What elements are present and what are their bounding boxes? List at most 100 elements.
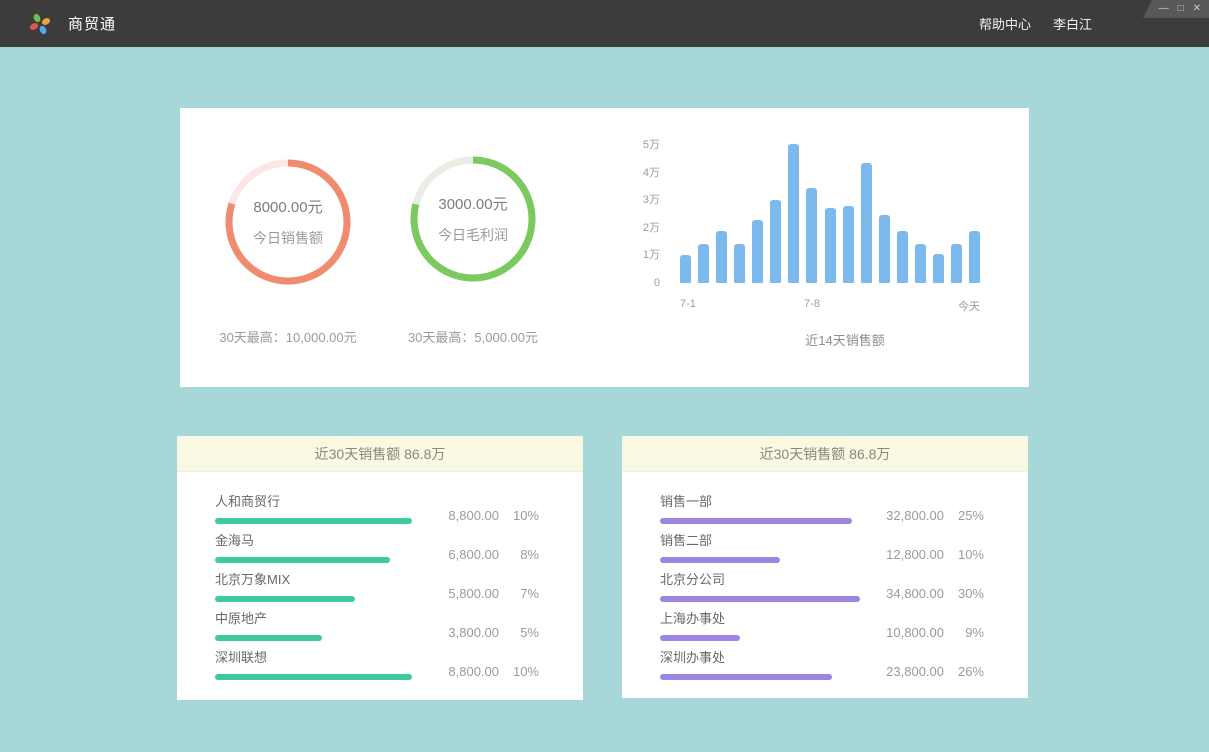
today-profit-label: 今日毛利润 — [438, 225, 508, 245]
item-amount: 32,800.00 — [872, 508, 944, 523]
titlebar-left: 商贸通 — [28, 0, 116, 47]
sales-bar — [734, 244, 745, 283]
sales-bar — [716, 231, 727, 283]
item-values: 10,800.009% — [872, 625, 984, 641]
sales-bar-chart-title: 近14天销售额 — [680, 330, 1010, 349]
titlebar: 商贸通 帮助中心 李白江 — □ ✕ — [0, 0, 1209, 47]
help-center-link[interactable]: 帮助中心 — [979, 14, 1031, 33]
departments-30d-list: 销售一部 32,800.0025% 销售二部 12,800.0010% 北京分公司 34,… — [622, 472, 1028, 680]
item-amount: 3,800.00 — [427, 625, 499, 640]
item-bar — [215, 596, 355, 602]
list-item[interactable]: 上海办事处 10,800.009% — [622, 602, 1028, 641]
today-profit-value: 3000.00元 — [438, 193, 507, 214]
sales-bar-xaxis: 7-1 7-8 今天 — [680, 298, 980, 312]
y-tick-label: 5万 — [643, 139, 660, 151]
today-profit-donut-chart: 3000.00元 今日毛利润 — [410, 156, 536, 282]
item-values: 5,800.007% — [427, 586, 539, 602]
sales-bar — [770, 200, 781, 283]
today-sales-donut-block: 8000.00元 今日销售额 30天最高：10,000.00元 — [205, 159, 371, 346]
close-button[interactable]: ✕ — [1193, 4, 1201, 14]
customers-30d-list: 人和商贸行8,800.0010%金海马6,800.008%北京万象MIX5,80… — [177, 472, 583, 680]
item-bar — [660, 635, 740, 641]
item-bar — [660, 674, 832, 680]
item-percent: 26% — [944, 664, 984, 679]
sales-bar — [698, 244, 709, 283]
item-amount: 12,800.00 — [872, 547, 944, 562]
sales-bar — [915, 244, 926, 283]
item-values: 8,800.0010% — [427, 508, 539, 524]
list-item[interactable]: 深圳办事处 23,800.0026% — [622, 641, 1028, 680]
today-profit-max-note: 30天最高：5,000.00元 — [390, 327, 556, 346]
item-name: 上海办事处 — [660, 608, 864, 627]
today-sales-donut-chart: 8000.00元 今日销售额 — [225, 159, 351, 285]
item-name: 中原地产 — [215, 608, 419, 627]
item-bar — [215, 557, 390, 563]
list-item[interactable]: 销售一部 32,800.0025% — [622, 485, 1028, 524]
y-tick-label: 0 — [654, 277, 660, 289]
item-percent: 7% — [499, 586, 539, 601]
customers-30d-card-title: 近30天销售额 86.8万 — [177, 436, 583, 472]
window-controls: — □ ✕ — [1143, 0, 1209, 18]
sales-bar-plot — [680, 145, 980, 283]
item-bar — [215, 518, 412, 524]
list-item[interactable]: 人和商贸行 8,800.0010% — [177, 485, 583, 524]
item-bar — [660, 596, 860, 602]
item-percent: 9% — [944, 625, 984, 640]
y-tick-label: 2万 — [643, 222, 660, 234]
item-amount: 10,800.00 — [872, 625, 944, 640]
item-amount: 8,800.00 — [427, 508, 499, 523]
item-name: 销售一部 — [660, 491, 864, 510]
x-tick-label: 今天 — [958, 298, 980, 314]
item-values: 32,800.0025% — [872, 508, 984, 524]
list-item[interactable]: 销售二部 12,800.0010% — [622, 524, 1028, 563]
item-values: 23,800.0026% — [872, 664, 984, 680]
list-item[interactable]: 金海马 6,800.008% — [177, 524, 583, 563]
sales-bar — [680, 255, 691, 283]
user-menu[interactable]: 李白江 — [1053, 14, 1092, 33]
item-percent: 10% — [499, 664, 539, 679]
sales-bar-yaxis: 01万2万3万4万5万 — [620, 145, 660, 283]
donut-center-text: 3000.00元 今日毛利润 — [410, 156, 536, 282]
item-name: 北京分公司 — [660, 569, 864, 588]
departments-30d-card: 近30天销售额 86.8万 销售一部32,800.0025%销售二部12,800… — [622, 436, 1028, 698]
list-item[interactable]: 北京分公司 34,800.0030% — [622, 563, 1028, 602]
list-item[interactable]: 中原地产 3,800.005% — [177, 602, 583, 641]
item-bar — [215, 674, 412, 680]
list-item[interactable]: 北京万象MIX 5,800.007% — [177, 563, 583, 602]
item-amount: 8,800.00 — [427, 664, 499, 679]
item-name: 北京万象MIX — [215, 569, 419, 588]
x-tick-label: 7-1 — [680, 298, 696, 310]
item-name: 深圳联想 — [215, 647, 419, 666]
item-percent: 5% — [499, 625, 539, 640]
item-name: 金海马 — [215, 530, 419, 549]
sales-bar — [788, 144, 799, 283]
summary-card: 8000.00元 今日销售额 30天最高：10,000.00元 3000.00元… — [180, 108, 1029, 387]
titlebar-nav: 帮助中心 李白江 — [979, 0, 1092, 47]
item-percent: 10% — [944, 547, 984, 562]
item-percent: 25% — [944, 508, 984, 523]
item-name: 销售二部 — [660, 530, 864, 549]
minimize-button[interactable]: — — [1159, 4, 1169, 14]
sales-bar — [897, 231, 908, 283]
sales-bar — [933, 254, 944, 283]
sales-bar — [969, 231, 980, 283]
maximize-button[interactable]: □ — [1178, 4, 1184, 14]
item-values: 3,800.005% — [427, 625, 539, 641]
app-title: 商贸通 — [68, 13, 116, 34]
item-values: 8,800.0010% — [427, 664, 539, 680]
sales-bar — [951, 244, 962, 283]
item-values: 6,800.008% — [427, 547, 539, 563]
today-sales-value: 8000.00元 — [253, 196, 322, 217]
list-item[interactable]: 深圳联想 8,800.0010% — [177, 641, 583, 680]
item-name: 人和商贸行 — [215, 491, 419, 510]
item-percent: 30% — [944, 586, 984, 601]
sales-bar — [861, 163, 872, 283]
y-tick-label: 1万 — [643, 249, 660, 261]
item-values: 34,800.0030% — [872, 586, 984, 602]
item-bar — [215, 635, 322, 641]
sales-bar — [806, 188, 817, 283]
item-bar — [660, 557, 780, 563]
y-tick-label: 4万 — [643, 167, 660, 179]
item-name: 深圳办事处 — [660, 647, 864, 666]
donut-center-text: 8000.00元 今日销售额 — [225, 159, 351, 285]
